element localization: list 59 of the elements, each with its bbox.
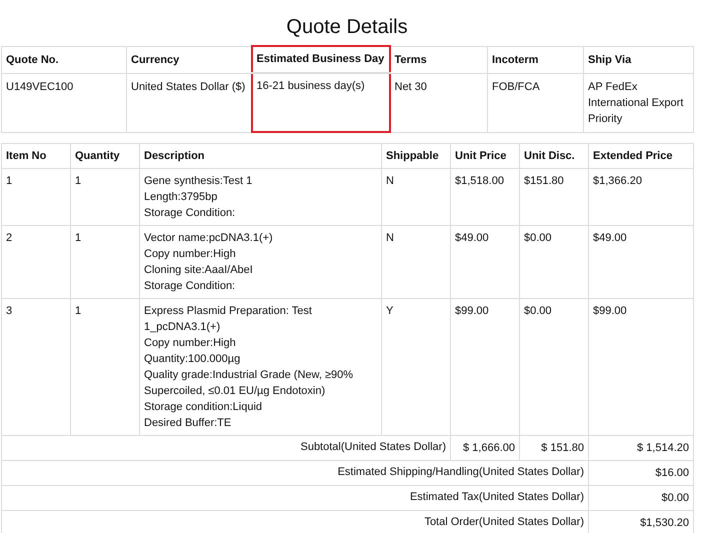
table-cell: 1 <box>70 298 140 436</box>
total-label: Subtotal(United States Dollar) <box>2 436 450 460</box>
description-line: Vector name:pcDNA3.1(+) <box>144 231 274 246</box>
table-cell: $99.00 <box>588 298 694 436</box>
total-label: Estimated Tax(United States Dollar) <box>2 486 588 510</box>
header-cell: Description <box>140 144 382 168</box>
description-line: Copy number:High <box>144 336 237 351</box>
header-cell: Quantity <box>70 144 140 168</box>
table-cell: Net 30 <box>390 73 488 132</box>
header-cell: Quote No. <box>2 46 126 73</box>
table-cell: $1,518.00 <box>450 168 520 226</box>
table-cell: $ 1,666.00 <box>450 436 520 460</box>
header-cell: Unit Price <box>450 144 520 168</box>
header-cell: Ship Via <box>584 46 694 73</box>
table-cell: AP FedEx International Export Priority <box>584 73 694 132</box>
table-cell: $49.00 <box>588 226 694 298</box>
table-cell: U149VEC100 <box>2 73 126 132</box>
table-cell: 16-21 business day(s) <box>252 73 390 132</box>
table-cell: Y <box>382 298 450 436</box>
description-line: Storage Condition: <box>144 206 236 221</box>
description-line: Cloning site:AaaI/AbeI <box>144 263 254 278</box>
table-cell: 1 <box>2 168 70 226</box>
table-cell: N <box>382 226 450 298</box>
table-cell: $0.00 <box>588 486 694 510</box>
table-cell: $16.00 <box>588 460 694 486</box>
description-line: Quantity:100.000µg <box>144 352 242 367</box>
header-cell: Estimated Business Day <box>252 46 390 73</box>
description-line: Storage condition:Liquid <box>144 400 264 415</box>
description-line: Desired Buffer:TE <box>144 416 232 431</box>
table-cell: 1 <box>70 168 140 226</box>
table-cell: FOB/FCA <box>488 73 584 132</box>
table-cell: $49.00 <box>450 226 520 298</box>
header-cell: Incoterm <box>488 46 584 73</box>
table-cell: $ 1,514.20 <box>588 436 694 460</box>
description-line: Copy number:High <box>144 247 237 262</box>
table-cell: $0.00 <box>520 298 588 436</box>
page-title: Quote Details <box>286 15 408 40</box>
description-line: Quality grade:Industrial Grade (New, ≥90% Supercoiled, ≤0.01 EU/µg Endotoxin) <box>144 368 354 399</box>
table-cell: $ 151.80 <box>520 436 588 460</box>
header-cell: Shippable <box>382 144 450 168</box>
table-cell: $151.80 <box>520 168 588 226</box>
table-cell: 3 <box>2 298 70 436</box>
description-line: Gene synthesis:Test 1 <box>144 174 254 189</box>
header-cell: Extended Price <box>588 144 694 168</box>
description-line: Storage Condition: <box>144 279 236 294</box>
table-cell: 2 <box>2 226 70 298</box>
table-cell: $1,366.20 <box>588 168 694 226</box>
table-cell: 1 <box>70 226 140 298</box>
total-label: Estimated Shipping/Handling(United States Dollar) <box>2 460 588 486</box>
header-cell: Item No <box>2 144 70 168</box>
description-line: Express Plasmid Preparation: Test 1_pcDNA3.1(+) <box>144 304 313 335</box>
header-cell: Currency <box>126 46 252 73</box>
total-label: Total Order(United States Dollar) <box>2 510 588 533</box>
header-cell: Unit Disc. <box>520 144 588 168</box>
description-line: Length:3795bp <box>144 190 218 205</box>
table-cell: N <box>382 168 450 226</box>
header-cell: Terms <box>390 46 488 73</box>
table-cell: $0.00 <box>520 226 588 298</box>
table-cell: $99.00 <box>450 298 520 436</box>
